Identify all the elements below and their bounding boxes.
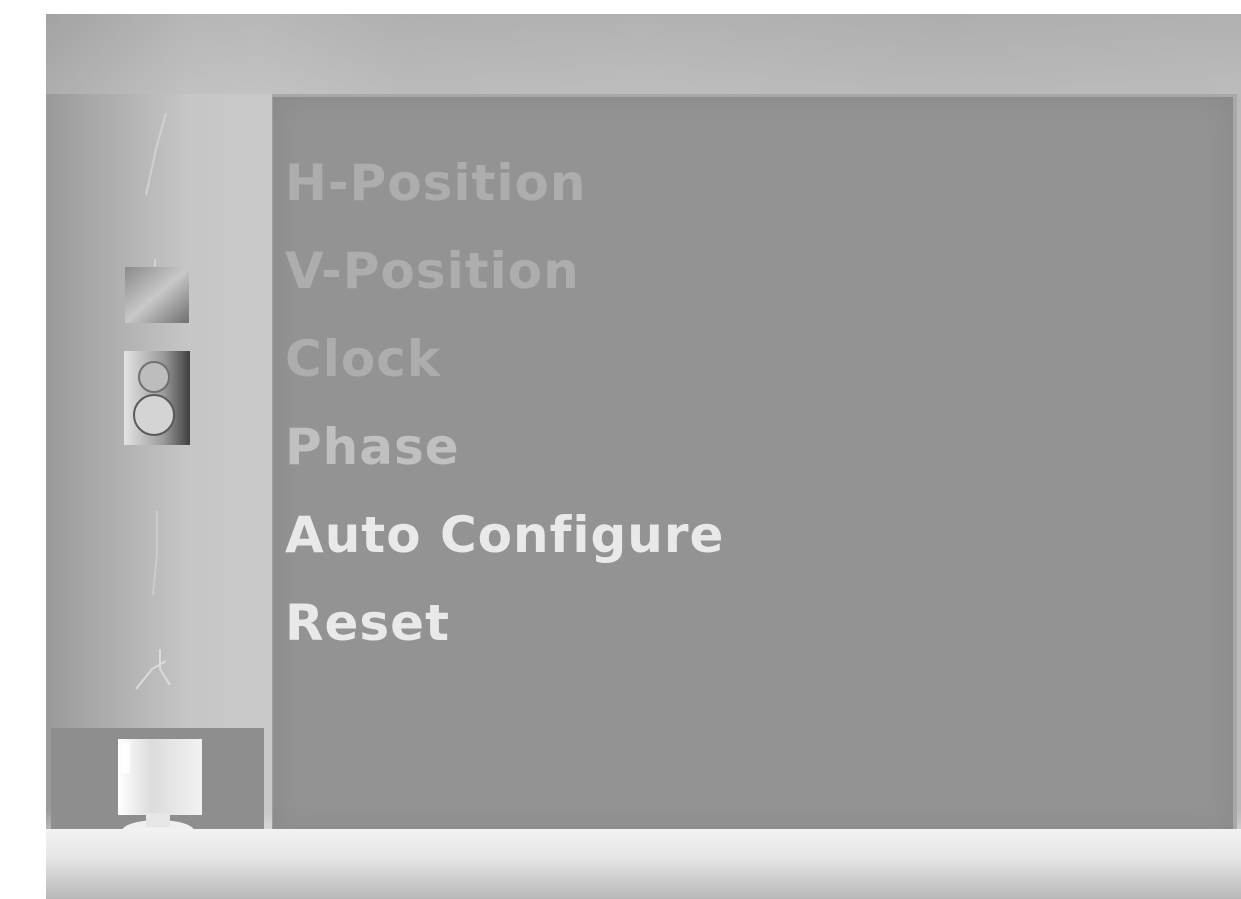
menu-item-h-position[interactable]: H-Position xyxy=(285,139,724,227)
line-icon xyxy=(136,109,176,199)
picture-icon xyxy=(121,259,191,329)
line-icon xyxy=(141,509,171,599)
sidebar xyxy=(46,94,270,854)
spark-icon xyxy=(126,639,186,699)
bottom-band xyxy=(46,829,1241,899)
speaker-icon xyxy=(118,349,194,449)
sidebar-item-line-mid[interactable] xyxy=(116,504,196,604)
menu-item-clock[interactable]: Clock xyxy=(285,315,724,403)
menu-item-reset[interactable]: Reset xyxy=(285,579,724,667)
frame-top-glow xyxy=(46,14,1241,94)
menu-item-phase[interactable]: Phase xyxy=(285,403,724,491)
sidebar-item-picture[interactable] xyxy=(116,244,196,344)
sidebar-item-sound[interactable] xyxy=(116,349,196,449)
osd-window: H-Position V-Position Clock Phase Auto C… xyxy=(46,14,1241,899)
menu-item-auto-configure[interactable]: Auto Configure xyxy=(285,491,724,579)
sidebar-item-line-top[interactable] xyxy=(116,104,196,204)
sidebar-item-spark[interactable] xyxy=(116,619,196,719)
menu-list: H-Position V-Position Clock Phase Auto C… xyxy=(285,139,724,667)
adjustment-panel: H-Position V-Position Clock Phase Auto C… xyxy=(272,94,1237,833)
menu-item-v-position[interactable]: V-Position xyxy=(285,227,724,315)
